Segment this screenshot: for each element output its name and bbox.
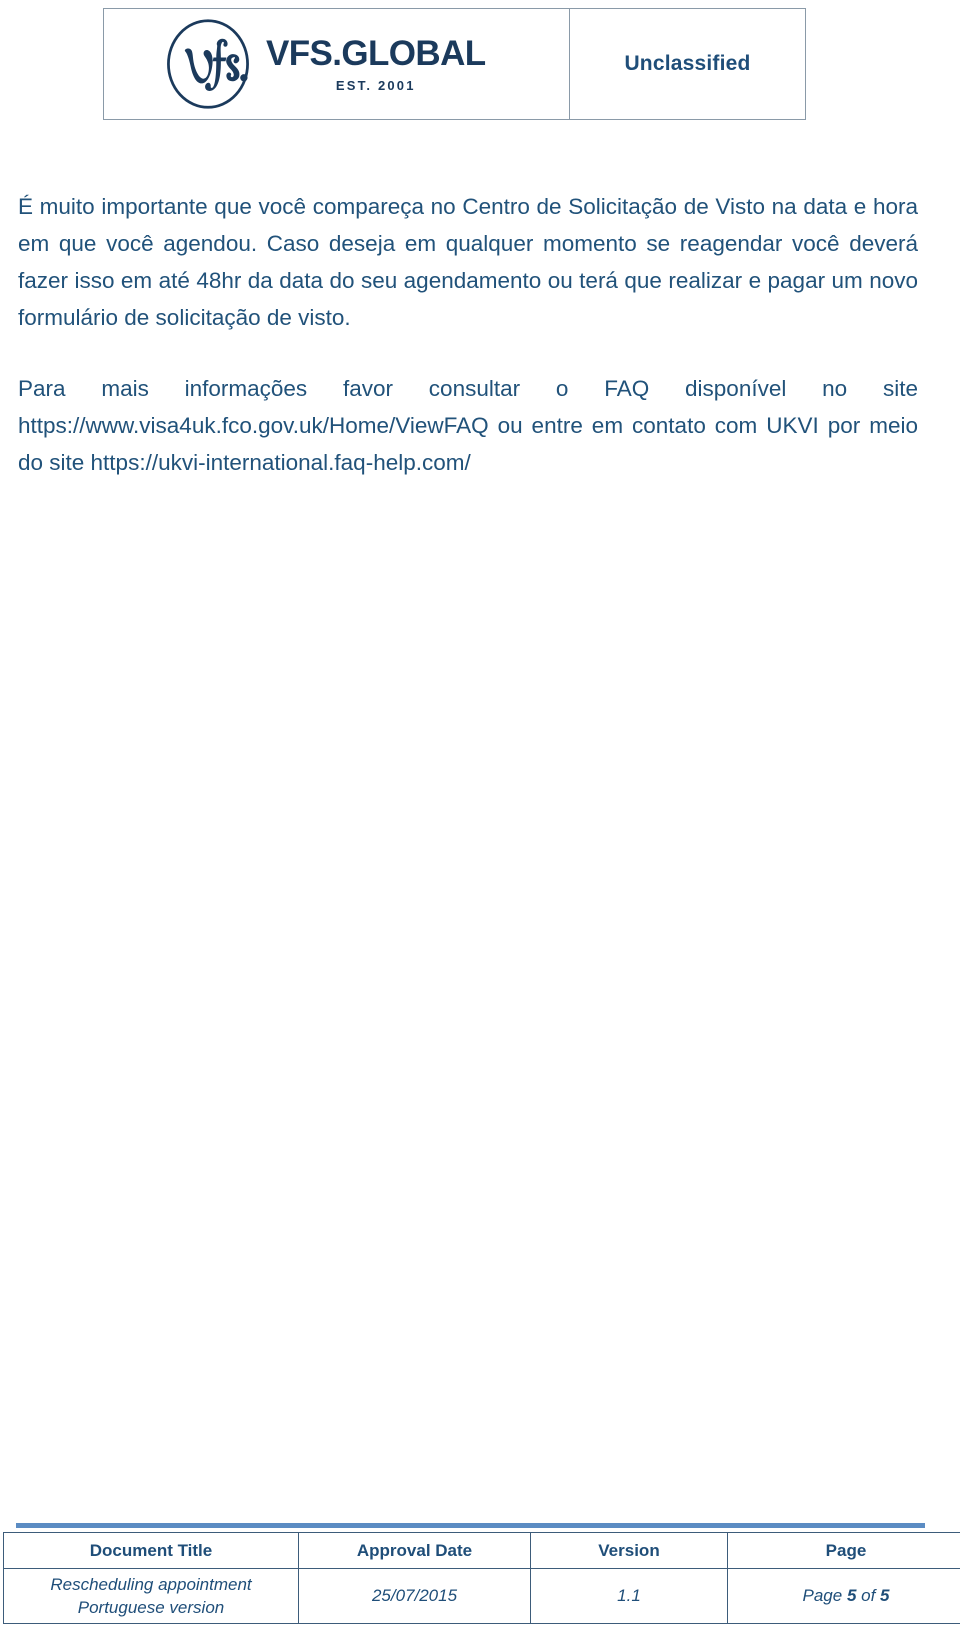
footer-header-document-title: Document Title <box>3 1532 299 1569</box>
footer-header-version: Version <box>530 1532 728 1569</box>
vfs-circle-logo-icon <box>167 19 249 109</box>
footer-table-header-row: Document Title Approval Date Version Pag… <box>3 1532 960 1569</box>
page-prefix: Page <box>802 1586 847 1605</box>
logo-established: EST. 2001 <box>335 77 416 93</box>
document-body: É muito importante que você compareça no… <box>18 188 918 481</box>
document-header: VFS.GLOBAL EST. 2001 Unclassified <box>103 8 806 120</box>
header-classification-cell: Unclassified <box>570 9 805 119</box>
paragraph-more-information: Para mais informações favor consultar o … <box>18 376 918 475</box>
footer-value-approval-date: 25/07/2015 <box>298 1568 531 1624</box>
footer-header-page: Page <box>727 1532 960 1569</box>
footer-divider-rule <box>16 1523 925 1528</box>
footer-doc-title-line-1: Rescheduling appointment <box>50 1575 252 1594</box>
classification-label: Unclassified <box>624 52 751 75</box>
logo-wordmark-group: VFS.GLOBAL EST. 2001 <box>266 36 486 93</box>
footer-table-value-row: Rescheduling appointment Portuguese vers… <box>3 1568 960 1624</box>
logo-wordmark: VFS.GLOBAL <box>266 33 486 73</box>
footer-value-version: 1.1 <box>530 1568 728 1624</box>
footer-value-document-title: Rescheduling appointment Portuguese vers… <box>3 1568 299 1624</box>
page-middle: of <box>856 1586 881 1605</box>
footer-doc-title-line-2: Portuguese version <box>77 1598 225 1617</box>
vfs-global-logo: VFS.GLOBAL EST. 2001 <box>162 16 486 112</box>
footer-metadata-table: Document Title Approval Date Version Pag… <box>3 1532 960 1624</box>
page-current: 5 <box>846 1586 857 1605</box>
footer-header-approval-date: Approval Date <box>298 1532 531 1569</box>
header-logo-cell: VFS.GLOBAL EST. 2001 <box>104 9 570 119</box>
footer-value-page: Page 5 of 5 <box>727 1568 960 1624</box>
page-total: 5 <box>880 1586 890 1605</box>
paragraph-appointment-notice: É muito importante que você compareça no… <box>18 194 918 330</box>
